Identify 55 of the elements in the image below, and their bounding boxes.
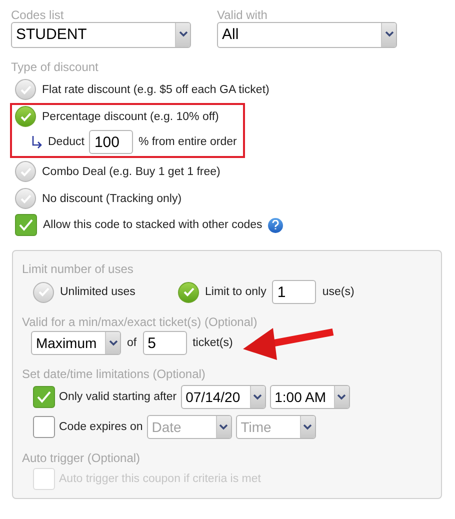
- option-label: Only valid starting after: [59, 390, 177, 404]
- option-label: Allow this code to stacked with other codes: [43, 218, 262, 232]
- dropdown[interactable]: 07/14/20: [180, 385, 266, 409]
- option-label: No discount (Tracking only): [42, 192, 182, 206]
- option-label: of: [127, 336, 137, 350]
- radio-button[interactable]: [15, 161, 36, 182]
- option-label: % from entire order: [138, 135, 237, 149]
- check-icon: [20, 166, 32, 176]
- check-icon: [20, 112, 32, 122]
- section-label: Valid for a min/max/exact ticket(s) (Optional): [22, 315, 258, 329]
- dropdown[interactable]: 1:00 AM: [270, 385, 350, 409]
- dropdown[interactable]: All: [217, 22, 397, 48]
- check-icon: [20, 194, 32, 204]
- field-label: Valid with: [217, 8, 268, 22]
- radio-button[interactable]: [178, 282, 199, 302]
- check-icon: [18, 218, 34, 232]
- option-label: Unlimited uses: [60, 285, 136, 299]
- option-label: Flat rate discount (e.g. $5 off each GA ticket): [42, 82, 270, 96]
- option-label: Limit to only: [205, 285, 266, 299]
- option-label: Combo Deal (e.g. Buy 1 get 1 free): [42, 164, 220, 178]
- section-label: Type of discount: [11, 60, 98, 74]
- check-icon: [20, 84, 32, 94]
- option-label: Deduct: [48, 135, 84, 149]
- input-field[interactable]: 1: [272, 280, 316, 304]
- help-icon[interactable]: [268, 218, 284, 232]
- checkbox[interactable]: [15, 214, 37, 236]
- radio-button[interactable]: [15, 106, 36, 127]
- section-label: Set date/time limitations (Optional): [22, 367, 206, 381]
- dropdown[interactable]: STUDENT: [11, 22, 191, 48]
- checkbox[interactable]: [33, 386, 55, 408]
- option-label: Code expires on: [59, 420, 143, 434]
- chevron-down-icon: [384, 31, 394, 37]
- section-label: Limit number of uses: [22, 262, 134, 276]
- option-label: ticket(s): [192, 336, 233, 350]
- check-icon: [36, 390, 52, 404]
- radio-button[interactable]: [33, 282, 54, 302]
- section-label: Auto trigger (Optional): [22, 451, 140, 465]
- chevron-down-icon: [108, 340, 118, 346]
- chevron-down-icon: [337, 394, 346, 400]
- radio-button[interactable]: [15, 79, 36, 100]
- option-label: Percentage discount (e.g. 10% off): [42, 110, 219, 124]
- input-field[interactable]: 5: [142, 331, 187, 355]
- checkbox[interactable]: [33, 416, 55, 438]
- field-label: Codes list: [11, 8, 65, 22]
- branch-arrow-icon: [31, 135, 43, 149]
- option-label: use(s): [322, 285, 354, 299]
- chevron-down-icon: [178, 31, 188, 37]
- chevron-down-icon: [219, 424, 228, 430]
- radio-button[interactable]: [15, 188, 36, 209]
- input-field[interactable]: 100: [89, 130, 134, 154]
- chevron-down-icon: [253, 394, 262, 400]
- chevron-down-icon: [303, 424, 312, 430]
- dropdown[interactable]: Maximum: [31, 331, 121, 355]
- check-icon: [182, 287, 194, 297]
- check-icon: [38, 287, 50, 297]
